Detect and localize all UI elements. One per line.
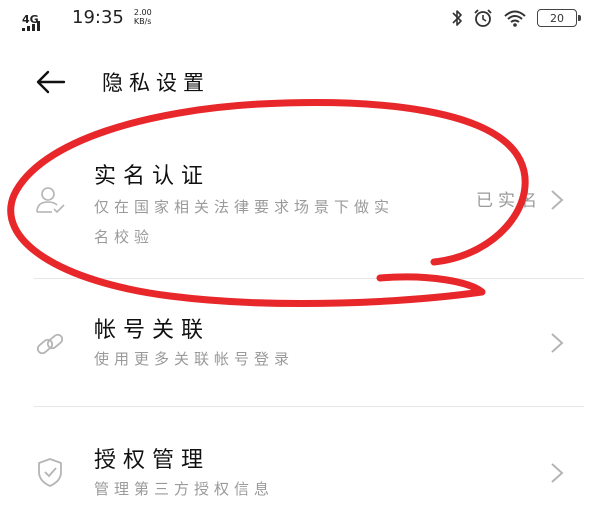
divider [34,278,584,279]
status-left: 4G 19:35 2.00 KB/s [22,8,152,34]
row-account-linking[interactable]: 帐号关联 使用更多关联帐号登录 [0,280,597,406]
row-title: 授权管理 [94,448,211,473]
row-real-name-auth[interactable]: 实名认证 仅在国家相关法律要求场景下做实名校验 已实名 [0,140,597,278]
status-right: 20 [451,8,581,28]
link-icon [36,333,64,355]
row-description: 使用更多关联帐号登录 [94,350,295,368]
wifi-icon [504,10,526,27]
status-time: 19:35 [72,7,124,28]
user-verified-icon [36,187,65,214]
chevron-right-icon [551,463,564,483]
signal-icon [22,21,40,31]
row-description: 仅在国家相关法律要求场景下做实名校验 [94,198,395,246]
chevron-right-icon [551,190,564,210]
shield-check-icon [38,458,62,487]
row-title: 帐号关联 [94,318,211,343]
arrow-left-icon [36,70,66,94]
divider [34,406,584,407]
row-title: 实名认证 [94,164,211,189]
bluetooth-icon [452,10,462,26]
battery-icon: 20 [537,9,581,27]
battery-level: 20 [550,11,564,25]
app-header: 隐私设置 [0,55,597,107]
row-authorization-management[interactable]: 授权管理 管理第三方授权信息 [0,408,597,528]
back-button[interactable] [34,65,68,99]
alarm-icon [474,9,492,27]
page-title: 隐私设置 [102,71,210,95]
status-bar: 4G 19:35 2.00 KB/s 20 [0,0,597,40]
chevron-right-icon [551,333,564,353]
network-speed-value: 2.00 [133,8,152,17]
cellular-indicator: 4G [22,8,48,34]
network-speed: 2.00 KB/s [134,8,152,26]
network-speed-unit: KB/s [133,17,152,26]
row-description: 管理第三方授权信息 [94,480,275,498]
verification-status: 已实名 [476,191,542,211]
